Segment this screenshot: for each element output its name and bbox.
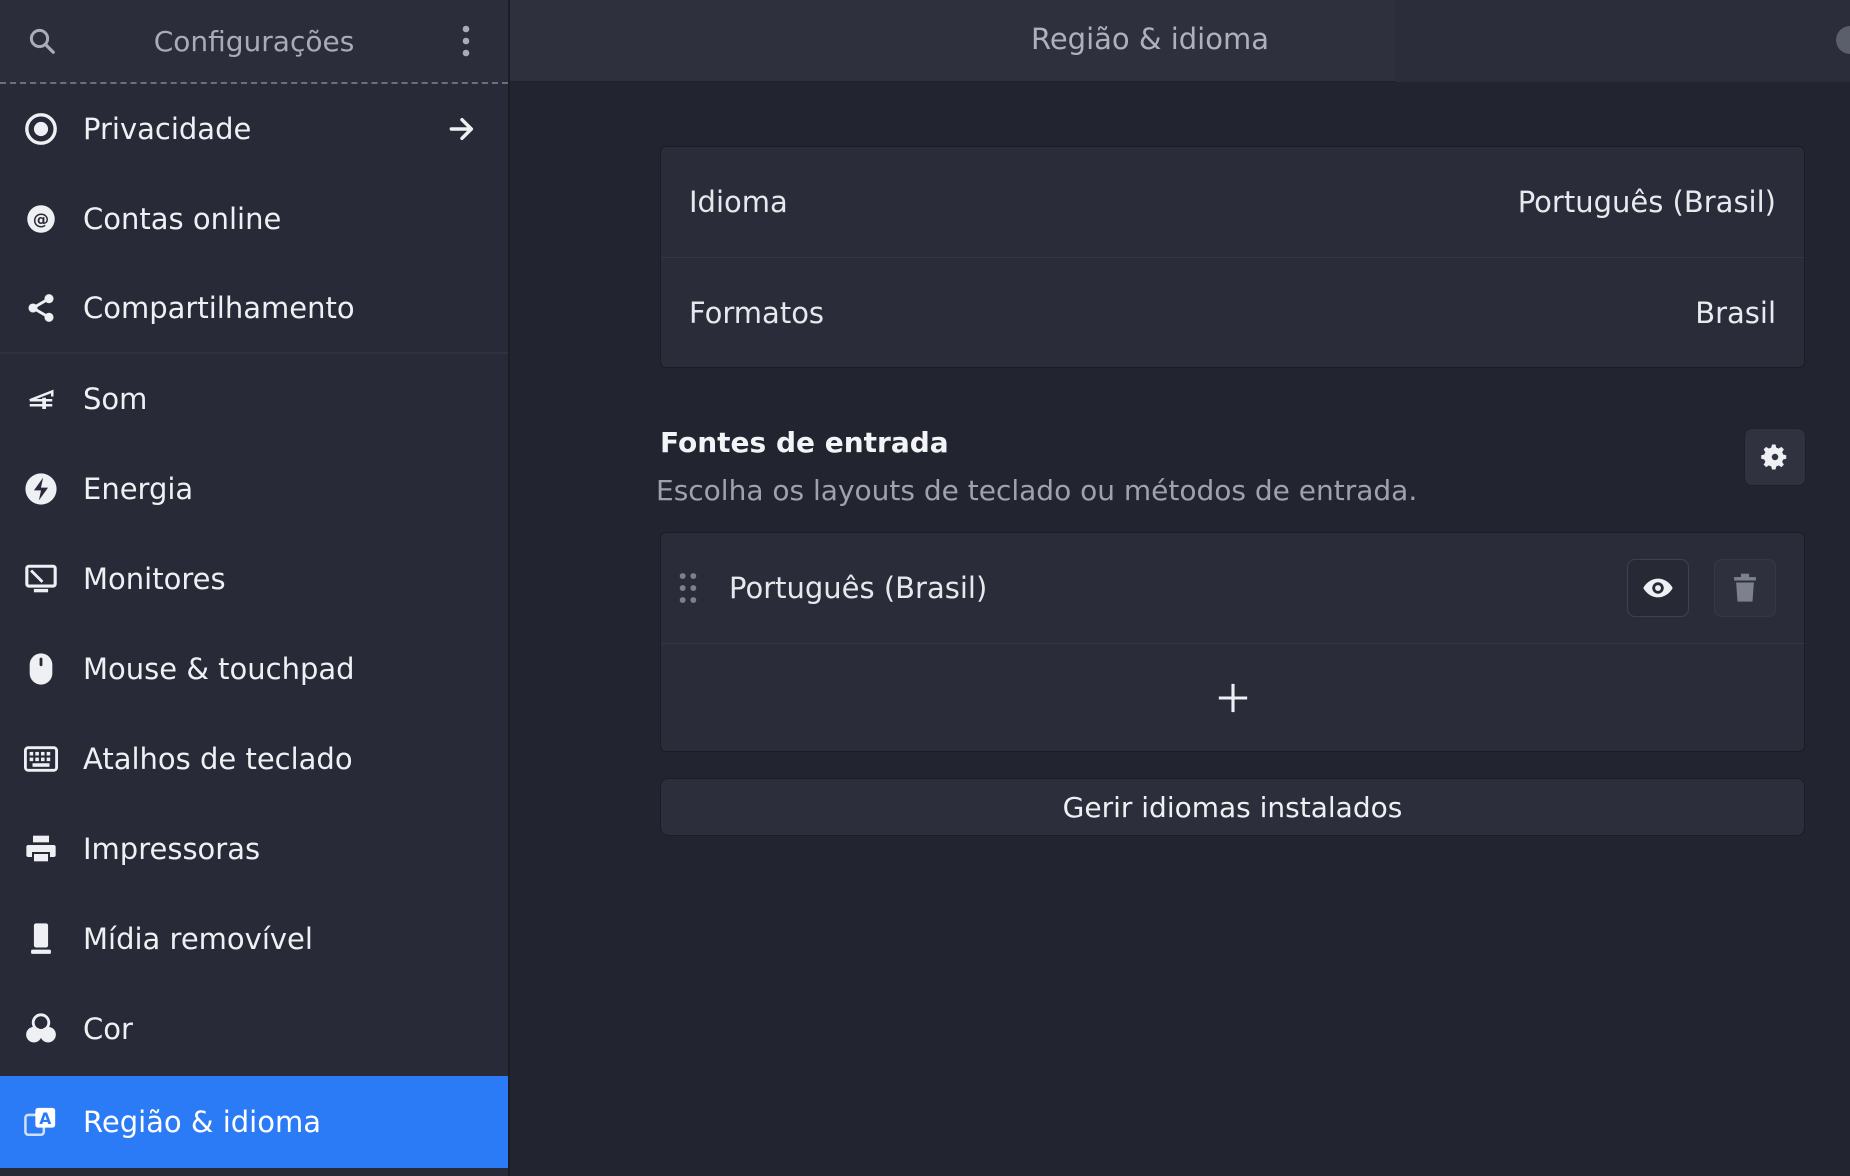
sidebar-item-label: Contas online: [83, 202, 282, 236]
formats-row[interactable]: Formatos Brasil: [661, 257, 1804, 367]
sidebar-item-label: Mídia removível: [83, 922, 313, 956]
sidebar-item-label: Energia: [83, 472, 194, 506]
vertical-dots-icon: [462, 25, 470, 57]
sidebar-item-sound[interactable]: Som: [0, 354, 508, 444]
input-sources-options-button[interactable]: [1744, 428, 1806, 486]
color-icon: [22, 1010, 60, 1048]
language-row[interactable]: Idioma Português (Brasil): [661, 147, 1804, 257]
gear-icon: [1761, 444, 1787, 470]
sidebar-item-label: Privacidade: [83, 112, 252, 146]
formats-label: Formatos: [689, 295, 825, 330]
removable-media-icon: [22, 920, 60, 958]
language-value: Português (Brasil): [1517, 185, 1776, 219]
at-sign-icon: @: [22, 200, 60, 238]
printer-icon: [22, 830, 60, 868]
main-content: Idioma Português (Brasil) Formatos Brasi…: [510, 82, 1850, 1176]
language-formats-card: Idioma Português (Brasil) Formatos Brasi…: [660, 146, 1805, 368]
input-sources-subtitle: Escolha os layouts de teclado ou métodos…: [656, 474, 1418, 507]
sidebar-item-sharing[interactable]: Compartilhamento: [0, 264, 508, 354]
preview-layout-button[interactable]: [1627, 559, 1689, 617]
sidebar-item-color[interactable]: Cor: [0, 984, 508, 1074]
arrow-right-icon: [449, 117, 474, 141]
sidebar-item-online-accounts[interactable]: @ Contas online: [0, 174, 508, 264]
main-menu-button[interactable]: [424, 0, 508, 83]
region-language-icon: A: [22, 1103, 60, 1141]
sidebar-item-keyboard-shortcuts[interactable]: Atalhos de teclado: [0, 714, 508, 804]
input-sources-card: Português (Brasil): [660, 532, 1805, 752]
input-source-row[interactable]: Português (Brasil): [661, 533, 1804, 643]
input-sources-title: Fontes de entrada: [660, 426, 949, 459]
privacy-icon: [22, 110, 60, 148]
sidebar-item-power[interactable]: Energia: [0, 444, 508, 534]
sidebar-item-label: Som: [83, 382, 148, 416]
header-bar: Região & idioma: [510, 0, 1850, 82]
sidebar-item-printers[interactable]: Impressoras: [0, 804, 508, 894]
formats-value: Brasil: [1695, 295, 1776, 330]
share-icon: [22, 289, 60, 327]
sidebar-item-removable-media[interactable]: Mídia removível: [0, 894, 508, 984]
drag-handle-icon[interactable]: [677, 572, 699, 604]
sidebar-item-displays[interactable]: Monitores: [0, 534, 508, 624]
svg-text:A: A: [39, 1110, 51, 1128]
plus-icon: [1218, 683, 1247, 712]
sidebar-item-label: Atalhos de teclado: [83, 742, 353, 776]
page-title: Região & idioma: [1030, 22, 1269, 56]
sidebar-item-label: Mouse & touchpad: [83, 652, 355, 686]
display-icon: [22, 560, 60, 598]
sidebar-item-label: Impressoras: [83, 832, 261, 866]
sound-icon: [22, 380, 60, 418]
mouse-icon: [22, 650, 60, 688]
trash-icon: [1734, 573, 1756, 602]
sidebar-header: Configurações: [0, 0, 508, 84]
language-label: Idioma: [689, 185, 788, 219]
svg-text:@: @: [33, 210, 49, 229]
sidebar-title: Configurações: [153, 24, 355, 58]
sidebar-item-mouse[interactable]: Mouse & touchpad: [0, 624, 508, 714]
sidebar: Configurações Privacidade @ Contas onlin…: [0, 0, 508, 1176]
remove-input-source-button[interactable]: [1714, 559, 1776, 617]
sidebar-item-label: Região & idioma: [83, 1105, 322, 1139]
sidebar-item-privacy[interactable]: Privacidade: [0, 84, 508, 174]
input-source-label: Português (Brasil): [729, 571, 988, 605]
power-icon: [22, 470, 60, 508]
sidebar-list: Privacidade @ Contas online Compartilham…: [0, 84, 508, 1168]
add-input-source-button[interactable]: [661, 643, 1804, 751]
sidebar-item-region-language[interactable]: A Região & idioma: [0, 1076, 508, 1168]
sidebar-item-label: Monitores: [83, 562, 226, 596]
search-icon: [29, 28, 55, 54]
search-button[interactable]: [0, 0, 84, 83]
sidebar-item-label: Compartilhamento: [83, 291, 355, 325]
keyboard-icon: [22, 740, 60, 778]
eye-icon: [1643, 578, 1673, 598]
sidebar-item-label: Cor: [83, 1012, 133, 1046]
manage-installed-languages-button[interactable]: Gerir idiomas instalados: [660, 778, 1805, 836]
